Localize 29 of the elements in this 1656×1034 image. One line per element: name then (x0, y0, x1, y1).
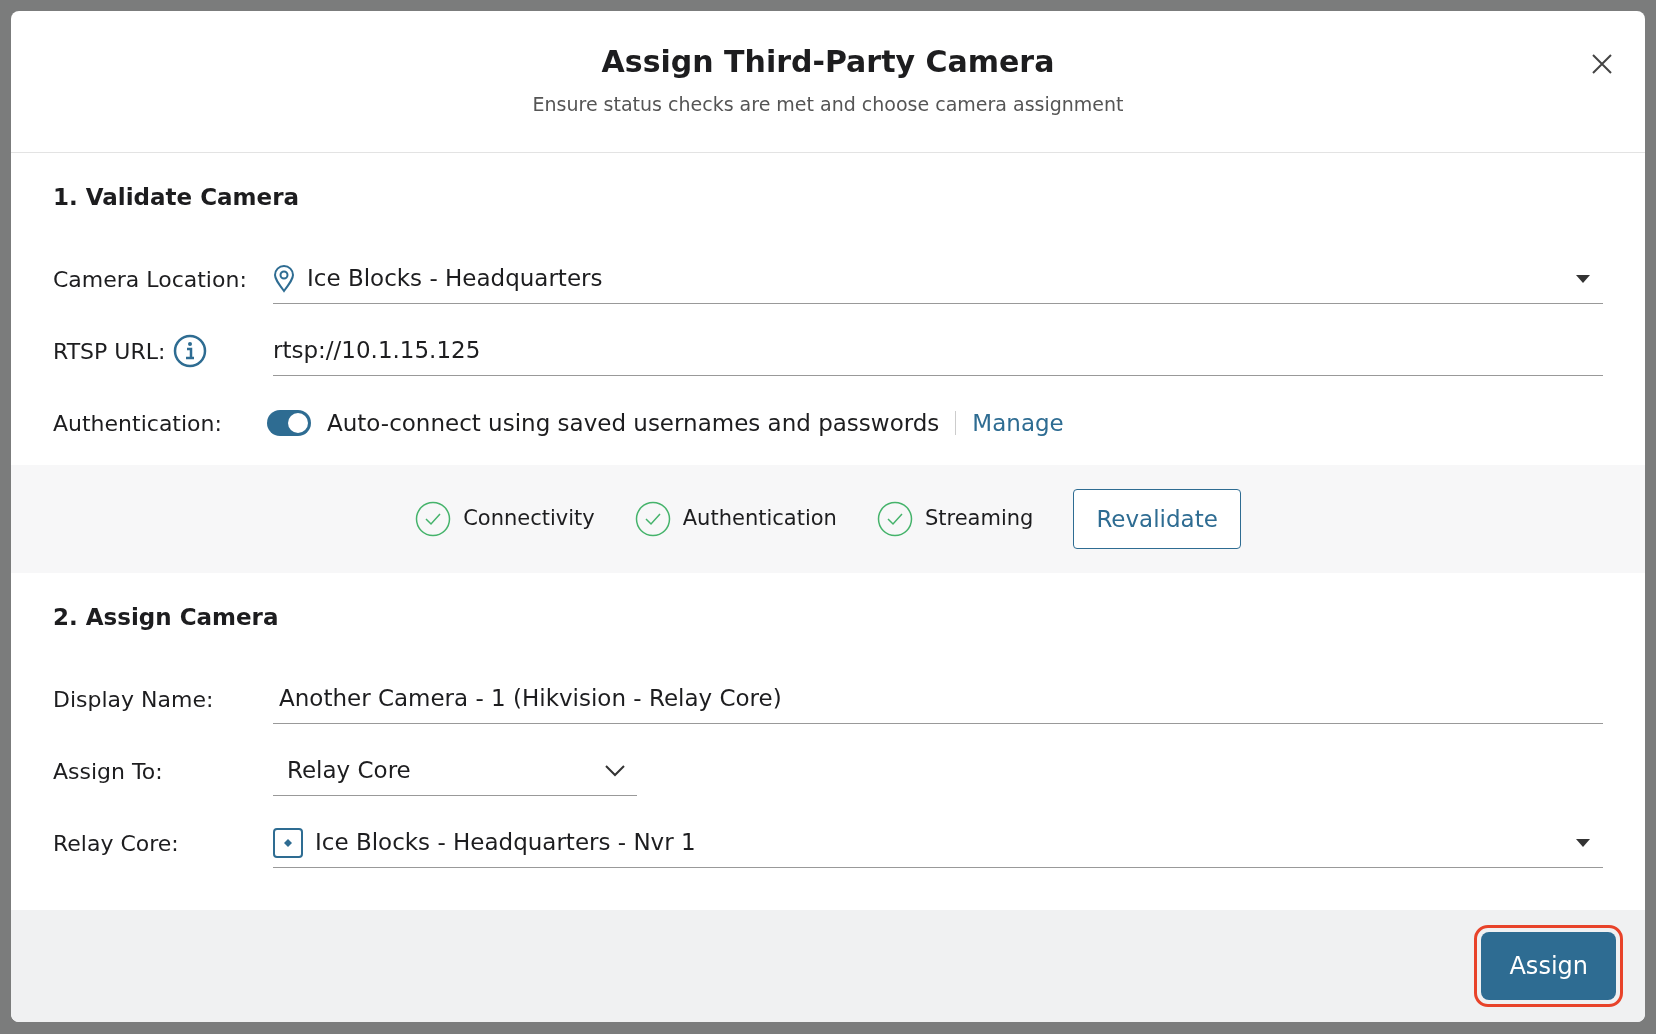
display-name-field[interactable]: Another Camera - 1 (Hikvision - Relay Core) (279, 681, 1591, 716)
check-label: Authentication (682, 505, 837, 533)
map-pin-icon (273, 264, 295, 293)
dialog-subtitle: Ensure status checks are met and choose camera assignment (532, 92, 1124, 118)
field-label: Assign To: (53, 757, 163, 786)
dropdown-caret-icon (1575, 837, 1591, 848)
device-icon (273, 827, 303, 858)
manage-link[interactable]: Manage (972, 405, 1064, 441)
section-title: 2. Assign Camera (53, 604, 279, 632)
field-label: Authentication: (53, 409, 222, 438)
toggle-switch[interactable] (267, 410, 311, 436)
dropdown-caret-icon (1575, 273, 1591, 284)
assign-to-select[interactable]: Relay Core (273, 746, 637, 796)
assign-button[interactable]: Assign (1481, 932, 1616, 1000)
dialog-title: Assign Third-Party Camera (601, 44, 1055, 81)
relay-core-select[interactable]: Ice Blocks - Headquarters - Nvr 1 (273, 818, 1603, 868)
url-field[interactable]: rtsp://10.1.15.125 (273, 333, 1591, 368)
location-select[interactable]: Ice Blocks - Headquarters (273, 254, 1603, 304)
field-label: Camera Location: (53, 265, 247, 294)
section-title: 1. Validate Camera (53, 184, 299, 212)
revalidate-button[interactable]: Revalidate (1073, 488, 1241, 550)
field-label: Relay Core: (53, 829, 179, 858)
chevron-down-icon (605, 764, 625, 777)
field-label: Display Name: (53, 685, 214, 714)
info-icon (173, 334, 208, 368)
toggle-label: Auto-connect using saved usernames and passwords (327, 408, 940, 438)
field-label: RTSP URL: (53, 337, 166, 366)
check-label: Connectivity (463, 505, 595, 533)
check-label: Streaming (924, 505, 1034, 533)
